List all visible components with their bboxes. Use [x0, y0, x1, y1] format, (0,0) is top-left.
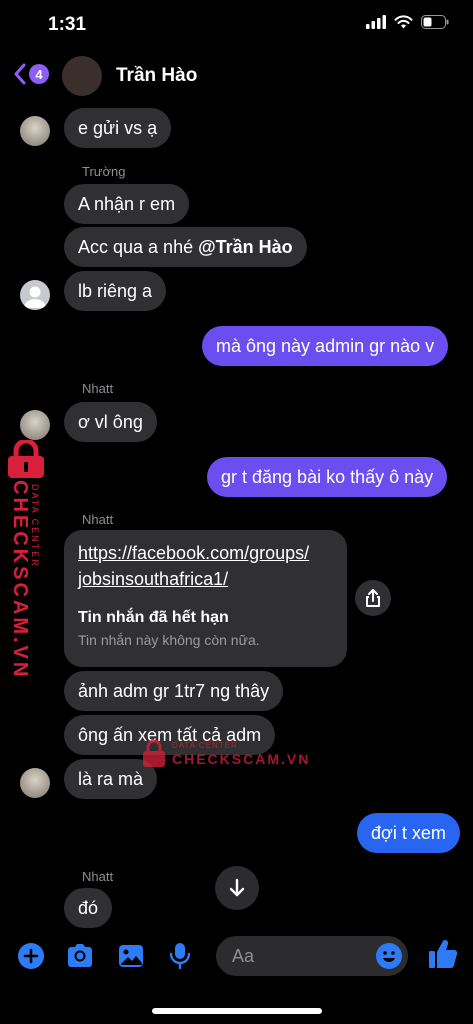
message-bubble[interactable]: Acc qua a nhé @Trần Hào [64, 227, 307, 267]
link-title: Tin nhắn đã hết hạn [78, 609, 229, 626]
home-indicator[interactable] [152, 1008, 322, 1014]
message-bubble[interactable]: đó [64, 888, 113, 928]
sender-name: Nhatt [82, 381, 114, 396]
sender-name: Nhatt [82, 512, 114, 527]
battery-icon [421, 15, 449, 29]
lock-icon [8, 438, 44, 478]
message-bubble[interactable]: ảnh adm gr 1tr7 ng thây [64, 671, 284, 711]
watermark-center: DATA CENTER CHECKSCAM.VN [140, 735, 308, 775]
status-bar: 1:31 [0, 0, 473, 50]
plus-circle-icon [18, 943, 44, 969]
chat-header: 4 Trần Hào [0, 50, 473, 102]
sender-avatar[interactable] [20, 410, 50, 440]
status-icons [366, 15, 449, 29]
link-url[interactable]: https://facebook.com/groups/ jobsinsouth… [78, 540, 333, 592]
share-button[interactable] [355, 580, 391, 616]
unread-count-badge: 4 [29, 64, 49, 84]
status-time: 1:31 [48, 14, 87, 35]
like-button[interactable] [428, 938, 458, 975]
message-text: Acc qua a nhé [78, 237, 199, 257]
mention-tag[interactable]: @Trần Hào [198, 237, 293, 257]
link-preview-card[interactable]: https://facebook.com/groups/ jobsinsouth… [64, 530, 347, 667]
camera-button[interactable] [66, 942, 94, 975]
gallery-button[interactable] [117, 942, 145, 975]
sender-name: Nhatt [82, 869, 114, 884]
message-bubble[interactable]: e gửi vs ạ [64, 108, 172, 148]
message-bubble-outgoing[interactable]: gr t đăng bài ko thấy ô này [207, 457, 448, 497]
sender-avatar[interactable] [20, 116, 50, 146]
share-icon [366, 589, 380, 607]
more-button[interactable] [17, 942, 45, 975]
message-bubble[interactable]: lb riêng a [64, 271, 167, 311]
message-bubble[interactable]: ơ vl ông [64, 402, 157, 442]
watermark-tag-vertical: DATA CENTER [30, 484, 40, 568]
microphone-icon [169, 943, 191, 970]
message-bubble-outgoing[interactable]: mà ông này admin gr nào v [202, 326, 449, 366]
image-icon [119, 945, 143, 967]
contact-avatar[interactable] [62, 56, 102, 96]
sender-avatar[interactable] [20, 280, 50, 310]
wifi-icon [394, 15, 413, 29]
arrow-down-icon [229, 878, 245, 897]
sender-avatar[interactable] [20, 768, 50, 798]
message-bubble[interactable]: A nhận r em [64, 184, 190, 224]
watermark-brand-vertical: CHECKSCAM.VN [9, 480, 31, 680]
message-bubble-outgoing[interactable]: đợi t xem [357, 813, 460, 853]
link-subtitle: Tin nhắn này không còn nữa. [78, 632, 260, 648]
chevron-left-icon [14, 63, 26, 85]
emoji-icon [376, 943, 402, 969]
thumbs-up-icon [429, 940, 458, 968]
voice-button[interactable] [168, 942, 192, 975]
back-button[interactable]: 4 [14, 63, 49, 85]
lock-icon [143, 739, 165, 767]
sender-name: Trường [82, 164, 126, 179]
contact-name[interactable]: Trần Hào [116, 65, 197, 87]
signal-icon [366, 15, 386, 29]
camera-icon [68, 944, 92, 967]
emoji-button[interactable] [375, 942, 403, 975]
message-composer: Aa [0, 930, 473, 984]
default-avatar-icon [24, 286, 46, 308]
scroll-to-bottom-button[interactable] [215, 866, 259, 910]
